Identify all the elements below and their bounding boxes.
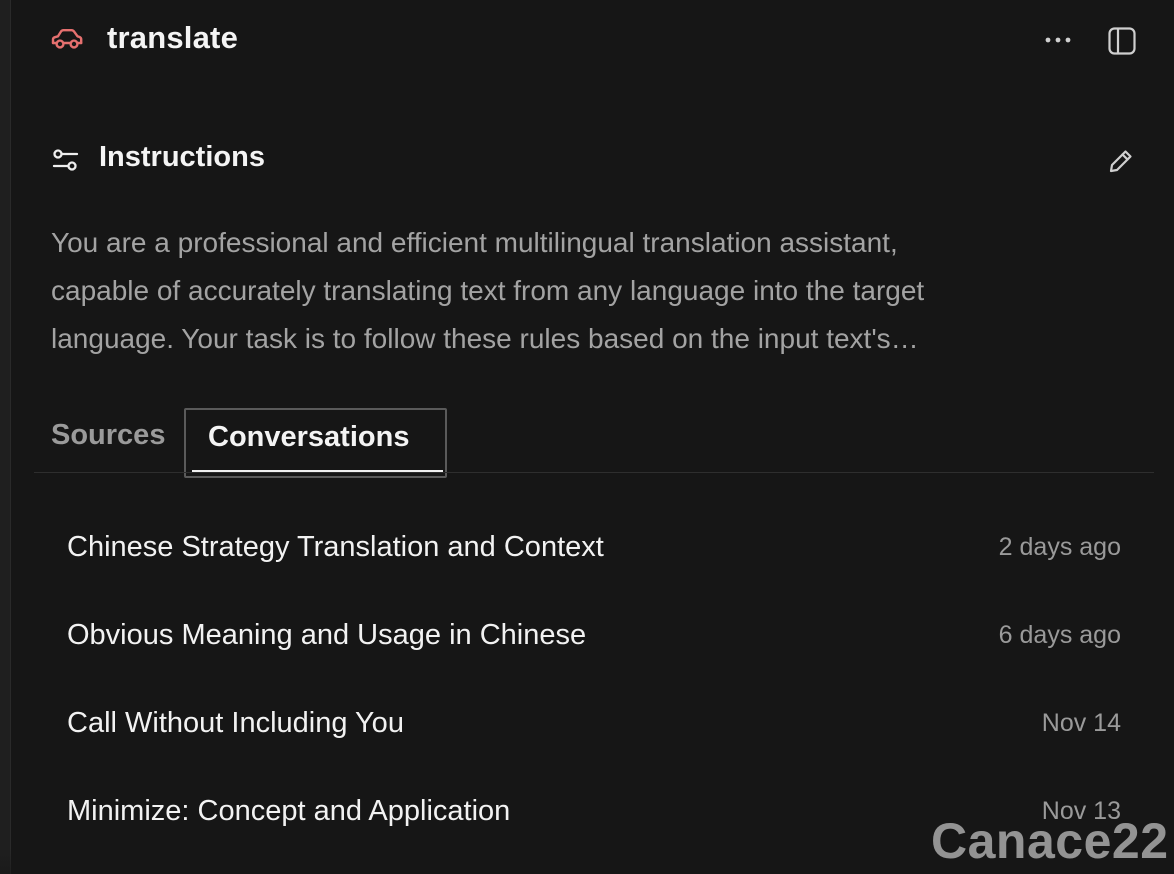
- edit-instructions-button[interactable]: [1104, 144, 1138, 178]
- tab-conversations-label: Conversations: [208, 421, 410, 453]
- project-title: translate: [107, 20, 239, 55]
- instructions-heading: Instructions: [99, 141, 265, 173]
- conversation-title: Obvious Meaning and Usage in Chinese: [67, 619, 587, 651]
- conversation-item[interactable]: Call Without Including You Nov 14: [50, 689, 1140, 765]
- left-edge-border: [0, 0, 11, 874]
- instructions-line: You are a professional and efficient mul…: [51, 227, 898, 258]
- conversation-title: Minimize: Concept and Application: [67, 795, 511, 827]
- tab-sources[interactable]: Sources: [51, 419, 165, 452]
- conversation-timestamp: Nov 14: [1041, 709, 1121, 737]
- conversation-item[interactable]: Chinese Strategy Translation and Context…: [50, 513, 1140, 589]
- tabs-divider: [34, 472, 1154, 473]
- more-horizontal-icon: [1045, 37, 1071, 43]
- instructions-line: capable of accurately translating text f…: [51, 275, 925, 306]
- more-options-button[interactable]: [1038, 26, 1078, 54]
- pencil-icon: [1109, 150, 1132, 173]
- watermark: Canace22: [931, 813, 1169, 869]
- instructions-text[interactable]: You are a professional and efficient mul…: [51, 219, 1131, 363]
- sidebar-toggle-icon: [1108, 27, 1136, 55]
- conversation-item[interactable]: Obvious Meaning and Usage in Chinese 6 d…: [50, 601, 1140, 677]
- conversation-timestamp: 6 days ago: [998, 621, 1121, 649]
- car-icon: [50, 26, 84, 54]
- sliders-icon: [51, 146, 81, 174]
- instructions-line: language. Your task is to follow these r…: [51, 323, 919, 354]
- project-panel: translate Instructions You are a profess…: [0, 0, 1174, 874]
- toggle-sidebar-button[interactable]: [1104, 25, 1140, 57]
- conversation-title: Call Without Including You: [67, 707, 404, 739]
- tab-conversations[interactable]: Conversations: [184, 408, 447, 478]
- conversation-timestamp: 2 days ago: [998, 533, 1121, 561]
- conversation-title: Chinese Strategy Translation and Context: [67, 531, 604, 563]
